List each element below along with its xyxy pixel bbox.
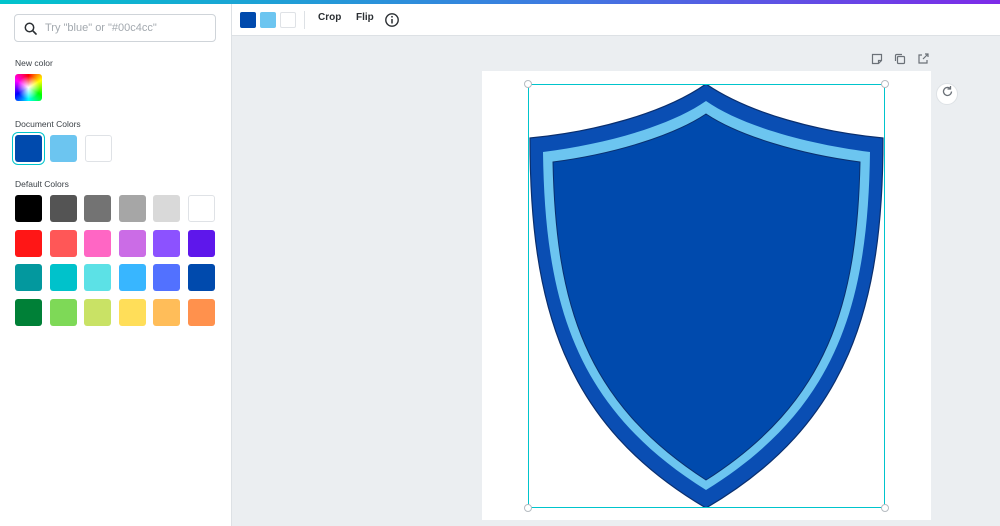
crop-button[interactable]: Crop [318,12,341,23]
duplicate-page-icon[interactable] [893,52,907,66]
default-color-swatch[interactable] [84,229,112,257]
default-color-swatch[interactable] [153,298,181,326]
default-color-swatch[interactable] [49,264,77,292]
default-color-swatch[interactable] [15,195,42,222]
add-page-icon[interactable] [916,52,930,66]
default-color-swatch[interactable] [49,195,77,222]
default-color-swatch[interactable] [153,264,181,292]
default-color-swatch[interactable] [118,264,146,292]
default-color-swatch[interactable] [188,229,215,257]
search-icon [15,15,45,41]
toolbar-color-swatch[interactable] [240,12,256,28]
toolbar: Crop Flip [232,4,1000,36]
resize-handle-top-right[interactable] [881,80,889,88]
resize-handle-bottom-left[interactable] [524,504,532,512]
default-colors-label: Default Colors [15,179,69,189]
rotate-button[interactable] [936,83,958,105]
default-color-swatch[interactable] [15,264,42,292]
default-color-swatch[interactable] [49,229,77,257]
document-color-swatch[interactable] [85,135,112,162]
flip-button[interactable]: Flip [356,12,374,23]
search-input[interactable] [45,22,205,34]
new-color-label: New color [15,58,53,68]
default-color-swatch[interactable] [84,195,112,222]
resize-handle-bottom-right[interactable] [881,504,889,512]
selection-box [528,84,885,508]
default-color-swatch[interactable] [118,298,146,326]
default-color-swatch[interactable] [84,264,112,292]
default-color-swatch[interactable] [118,229,146,257]
toolbar-divider [304,11,305,29]
document-color-swatch[interactable] [15,135,42,162]
default-color-swatch[interactable] [188,298,215,326]
toolbar-color-swatch[interactable] [260,12,276,28]
rotate-icon [941,85,954,103]
resize-handle-top-left[interactable] [524,80,532,88]
default-color-swatch[interactable] [153,195,181,222]
document-colors-label: Document Colors [15,119,81,129]
color-panel: New color Document Colors Default Colors [0,4,232,526]
default-color-swatch[interactable] [49,298,77,326]
color-search[interactable] [14,14,216,42]
document-color-swatch[interactable] [50,135,77,162]
default-color-swatch[interactable] [153,229,181,257]
new-color-picker[interactable] [15,74,42,101]
default-color-swatch[interactable] [118,195,146,222]
default-color-swatch[interactable] [15,229,42,257]
toolbar-color-swatch[interactable] [280,12,296,28]
default-color-swatch[interactable] [15,298,42,326]
default-color-swatch[interactable] [188,264,215,292]
default-color-swatch[interactable] [188,195,215,222]
notes-icon[interactable] [870,52,884,66]
default-color-swatch[interactable] [84,298,112,326]
info-icon[interactable] [384,12,400,28]
